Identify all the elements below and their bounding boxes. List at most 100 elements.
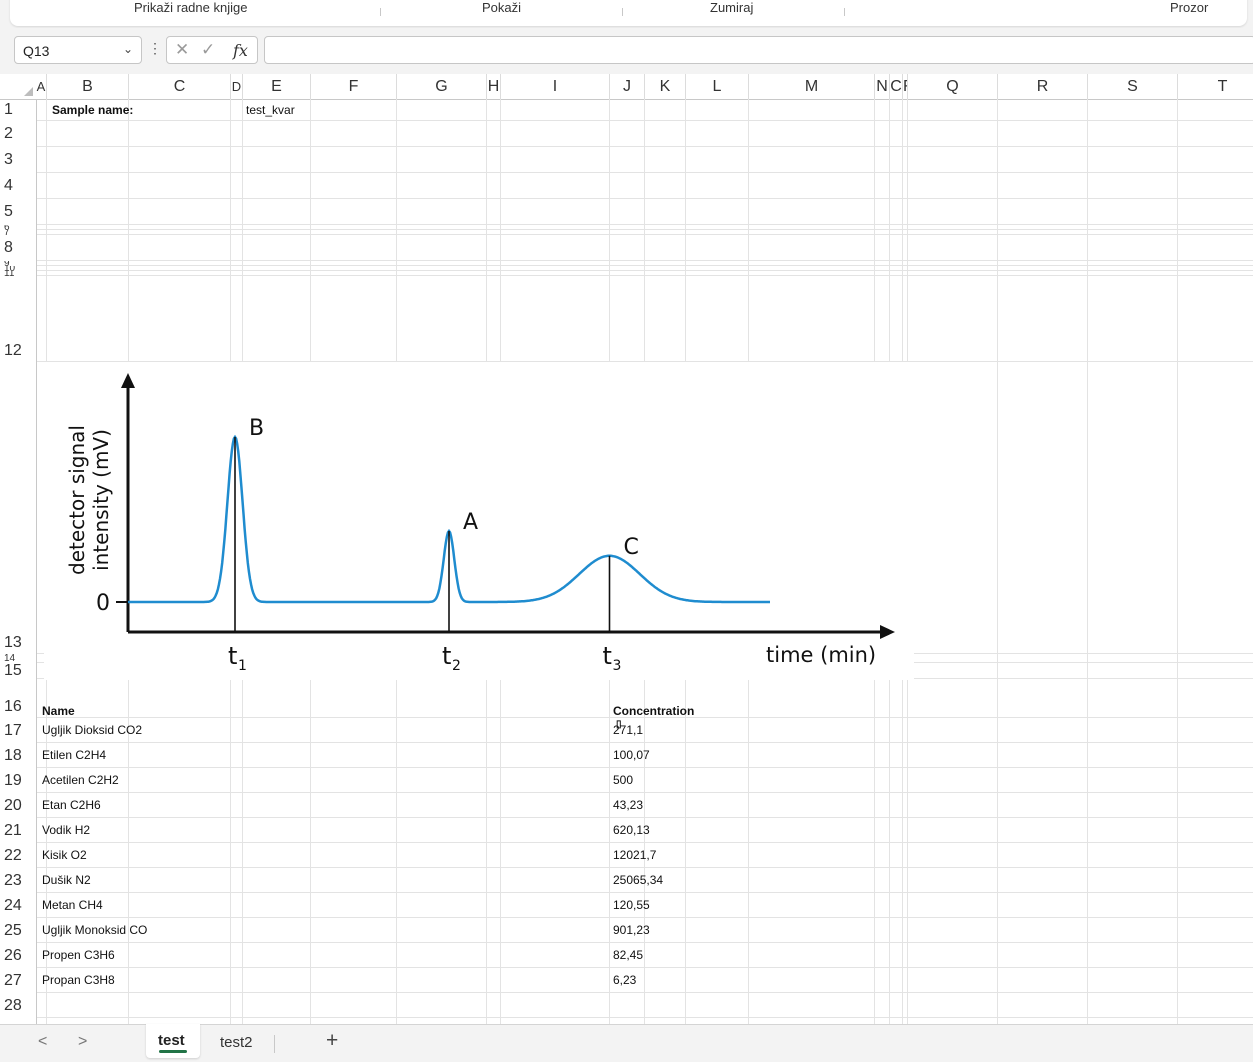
column-header-j[interactable]: J [610, 74, 645, 99]
row-header-21[interactable]: 21 [0, 818, 36, 843]
table-cell-concentration[interactable]: 271,1 [613, 723, 643, 737]
table-cell-concentration[interactable]: 6,23 [613, 973, 636, 987]
row-header-25[interactable]: 25 [0, 918, 36, 943]
row-header-18[interactable]: 18 [0, 743, 36, 768]
ribbon-item-show-workbooks[interactable]: Prikaži radne knjige [134, 0, 247, 15]
column-header-i[interactable]: I [501, 74, 610, 99]
table-cell-concentration[interactable]: 100,07 [613, 748, 650, 762]
row-header-23[interactable]: 23 [0, 868, 36, 893]
sheet-tab-bar: < > test test2 + [0, 1024, 1253, 1062]
table-cell-name[interactable]: Kisik O2 [42, 848, 87, 862]
tab-test2[interactable]: test2 [220, 1034, 253, 1051]
row-header-14[interactable]: 14 [0, 654, 36, 663]
time-1-label: t [228, 642, 237, 670]
column-header-n[interactable]: N [875, 74, 890, 99]
insert-function-icon[interactable]: fx [233, 41, 248, 60]
y-axis-label: intensity (mV) [89, 429, 113, 571]
row-header-28[interactable]: 28 [0, 993, 36, 1018]
row-header-8[interactable]: 8 [0, 235, 36, 261]
more-options-icon[interactable]: ⋮ [148, 40, 162, 57]
row-header-15[interactable]: 15 [0, 663, 36, 679]
ribbon-item-zoom[interactable]: Zumiraj [710, 0, 753, 15]
table-header-concentration[interactable]: Concentration [613, 704, 694, 718]
tab-separator [274, 1035, 275, 1053]
table-header-name[interactable]: Name [42, 704, 75, 718]
row-header-24[interactable]: 24 [0, 893, 36, 918]
table-cell-name[interactable]: Metan CH4 [42, 898, 103, 912]
column-header-a[interactable]: A [36, 74, 47, 99]
column-header-r[interactable]: R [998, 74, 1088, 99]
table-cell-name[interactable]: Propen C3H6 [42, 948, 115, 962]
column-header-h[interactable]: H [487, 74, 501, 99]
table-cell-concentration[interactable]: 25065,34 [613, 873, 663, 887]
ribbon-item-show[interactable]: Pokaži [482, 0, 521, 15]
sample-name-value[interactable]: test_kvar [246, 103, 295, 117]
column-header-e[interactable]: E [243, 74, 311, 99]
table-cell-name[interactable]: Acetilen C2H2 [42, 773, 119, 787]
table-cell-name[interactable]: Vodik H2 [42, 823, 90, 837]
table-cell-concentration[interactable]: 43,23 [613, 798, 643, 812]
row-header-27[interactable]: 27 [0, 968, 36, 993]
column-header-k[interactable]: K [645, 74, 686, 99]
table-cell-name[interactable]: Etilen C2H4 [42, 748, 106, 762]
column-header-f[interactable]: F [311, 74, 397, 99]
active-tab-indicator [159, 1050, 187, 1053]
row-header-17[interactable]: 17 [0, 718, 36, 743]
tab-test[interactable]: test [146, 1024, 200, 1058]
table-cell-concentration[interactable]: 620,13 [613, 823, 650, 837]
y-axis-label: detector signal [65, 425, 89, 575]
table-cell-concentration[interactable]: 120,55 [613, 898, 650, 912]
column-header-b[interactable]: B [47, 74, 129, 99]
row-header-5[interactable]: 5 [0, 199, 36, 225]
row-header-1[interactable]: 1 [0, 99, 36, 121]
confirm-icon[interactable]: ✓ [201, 40, 215, 60]
chevron-down-icon[interactable]: ⌄ [123, 42, 133, 56]
ribbon-item-window[interactable]: Prozor [1170, 0, 1208, 15]
column-header-q[interactable]: Q [908, 74, 998, 99]
next-sheet-icon[interactable]: > [78, 1033, 87, 1051]
formula-input[interactable] [264, 36, 1253, 64]
select-all-corner[interactable] [0, 74, 36, 99]
table-cell-name[interactable]: Ugljik Dioksid CO2 [42, 723, 142, 737]
x-axis-label: time (min) [766, 643, 876, 667]
table-cell-name[interactable]: Etan C2H6 [42, 798, 101, 812]
table-cell-name[interactable]: Dušik N2 [42, 873, 91, 887]
name-box[interactable]: Q13 ⌄ [14, 36, 142, 64]
sample-name-label[interactable]: Sample name: [52, 103, 133, 117]
prev-sheet-icon[interactable]: < [38, 1033, 47, 1051]
table-cell-concentration[interactable]: 500 [613, 773, 633, 787]
column-header-t[interactable]: T [1178, 74, 1253, 99]
row-header-26[interactable]: 26 [0, 943, 36, 968]
column-header-l[interactable]: L [686, 74, 749, 99]
table-cell-concentration[interactable]: 82,45 [613, 948, 643, 962]
table-cell-concentration[interactable]: 12021,7 [613, 848, 656, 862]
row-header-3[interactable]: 3 [0, 147, 36, 173]
column-header-d[interactable]: D [231, 74, 243, 99]
column-header-s[interactable]: S [1088, 74, 1178, 99]
y-axis-arrow [121, 373, 135, 388]
row-header-19[interactable]: 19 [0, 768, 36, 793]
table-cell-name[interactable]: Ugljik Monoksid CO [42, 923, 147, 937]
time-3-subscript: 3 [613, 658, 622, 674]
cancel-icon[interactable]: ✕ [175, 40, 189, 60]
row-header-22[interactable]: 22 [0, 843, 36, 868]
row-header-12[interactable]: 12 [0, 276, 36, 362]
column-header-c[interactable]: C [129, 74, 231, 99]
column-header-o[interactable]: C [890, 74, 903, 99]
peak-a-label: A [463, 510, 478, 535]
row-header-border [36, 99, 37, 1024]
column-header-m[interactable]: M [749, 74, 875, 99]
row-header-2[interactable]: 2 [0, 121, 36, 147]
row-header-4[interactable]: 4 [0, 173, 36, 199]
table-cell-concentration[interactable]: 901,23 [613, 923, 650, 937]
column-header-g[interactable]: G [397, 74, 487, 99]
add-sheet-button[interactable]: + [326, 1029, 338, 1053]
table-cell-name[interactable]: Propan C3H8 [42, 973, 115, 987]
time-1-subscript: 1 [238, 658, 247, 674]
row-headers: 1234567891011121314151617181920212223242… [0, 99, 36, 1024]
row-header-20[interactable]: 20 [0, 793, 36, 818]
name-box-value: Q13 [23, 43, 50, 59]
row-header-13[interactable]: 13 [0, 362, 36, 654]
row-header-16[interactable]: 16 [0, 679, 36, 718]
chromatogram-chart[interactable]: 0detector signal intensity (mV)Bt 1At 2Ct 3 t… [44, 362, 914, 680]
